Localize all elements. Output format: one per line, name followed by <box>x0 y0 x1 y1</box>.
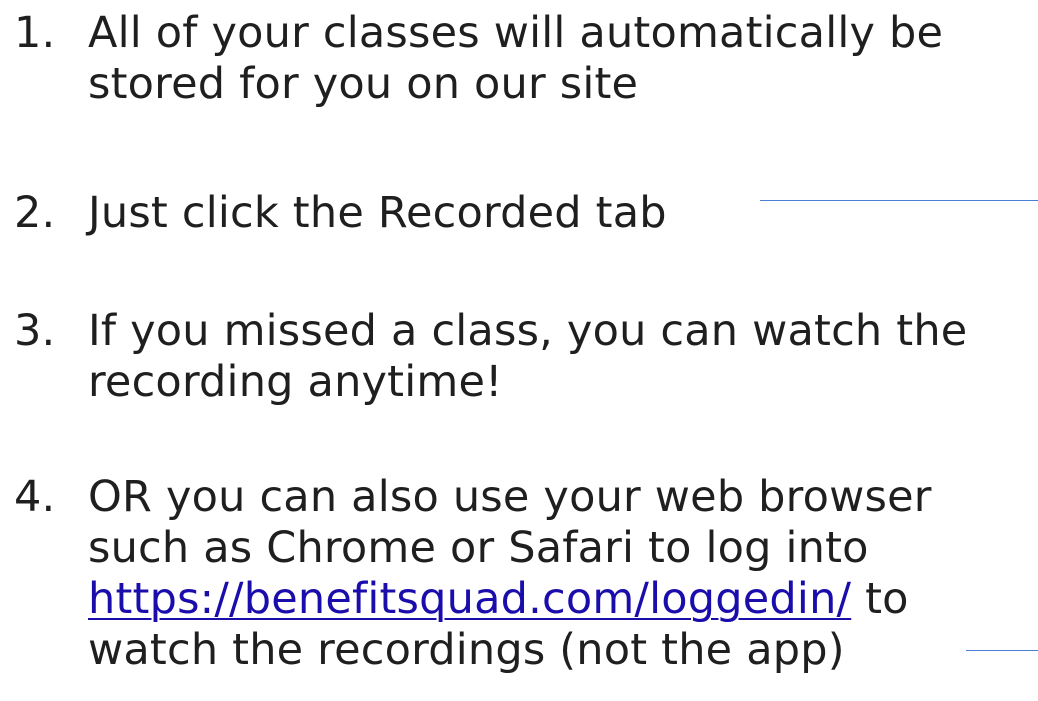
item-text-line: recording anytime! <box>88 357 503 407</box>
item-text: If you missed a class, you can watch the… <box>88 306 967 408</box>
item-number: 2. <box>14 188 56 238</box>
item-text-line: All of your classes will automatically b… <box>88 8 944 58</box>
item-number: 4. <box>14 472 56 522</box>
item-text: All of your classes will automatically b… <box>88 8 943 110</box>
loggedin-link[interactable]: https://benefitsquad.com/loggedin/ <box>88 574 851 624</box>
list-item-2: 2. Just click the Recorded tab <box>14 188 1024 239</box>
item-number: 3. <box>14 306 56 356</box>
item-text-fragment: to <box>851 574 909 624</box>
item-text-line: such as Chrome or Safari to log into <box>88 523 869 573</box>
item-text-line: OR you can also use your web browser <box>88 472 932 522</box>
list-item-4: 4. OR you can also use your web browser … <box>14 472 1024 676</box>
item-text-line: If you missed a class, you can watch the <box>88 306 968 356</box>
pointer-line <box>966 650 1038 651</box>
item-text: OR you can also use your web browser suc… <box>88 472 932 676</box>
item-text: Just click the Recorded tab <box>88 188 667 239</box>
item-text-line: stored for you on our site <box>88 59 639 109</box>
item-number: 1. <box>14 8 56 58</box>
list-item-1: 1. All of your classes will automaticall… <box>14 8 1024 110</box>
pointer-line <box>760 200 1038 201</box>
item-text-line: Just click the Recorded tab <box>88 188 667 238</box>
item-link-line: https://benefitsquad.com/loggedin/ to <box>88 574 932 625</box>
item-text-line: watch the recordings (not the app) <box>88 625 845 675</box>
instructions-list: 1. All of your classes will automaticall… <box>0 0 1038 701</box>
list-item-3: 3. If you missed a class, you can watch … <box>14 306 1024 408</box>
